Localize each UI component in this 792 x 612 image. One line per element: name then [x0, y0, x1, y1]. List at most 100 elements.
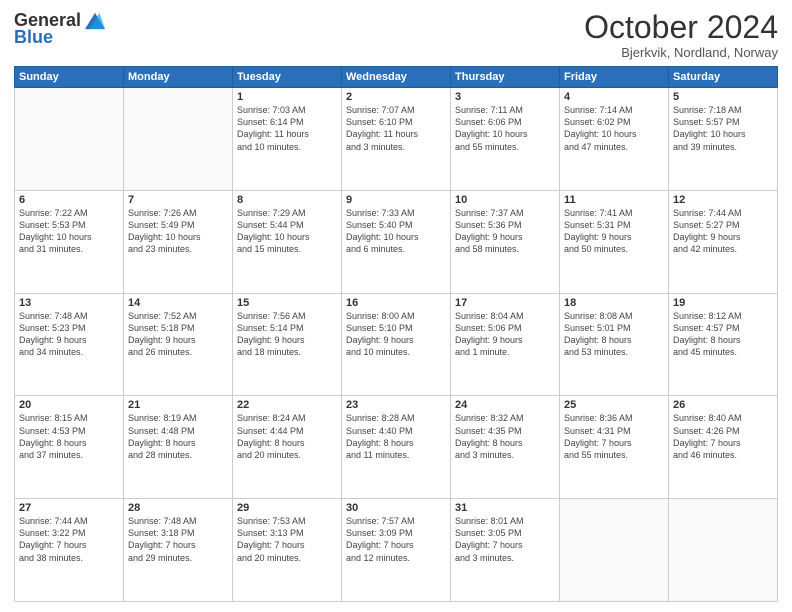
day-detail: Sunrise: 7:18 AM Sunset: 5:57 PM Dayligh…: [673, 104, 773, 153]
table-row: 1Sunrise: 7:03 AM Sunset: 6:14 PM Daylig…: [233, 88, 342, 191]
table-row: 30Sunrise: 7:57 AM Sunset: 3:09 PM Dayli…: [342, 499, 451, 602]
day-detail: Sunrise: 8:28 AM Sunset: 4:40 PM Dayligh…: [346, 412, 446, 461]
table-row: 22Sunrise: 8:24 AM Sunset: 4:44 PM Dayli…: [233, 396, 342, 499]
day-detail: Sunrise: 7:22 AM Sunset: 5:53 PM Dayligh…: [19, 207, 119, 256]
day-detail: Sunrise: 7:07 AM Sunset: 6:10 PM Dayligh…: [346, 104, 446, 153]
day-number: 12: [673, 194, 773, 206]
day-number: 2: [346, 91, 446, 103]
day-number: 9: [346, 194, 446, 206]
table-row: 15Sunrise: 7:56 AM Sunset: 5:14 PM Dayli…: [233, 293, 342, 396]
day-detail: Sunrise: 7:52 AM Sunset: 5:18 PM Dayligh…: [128, 310, 228, 359]
day-detail: Sunrise: 8:12 AM Sunset: 4:57 PM Dayligh…: [673, 310, 773, 359]
day-detail: Sunrise: 7:44 AM Sunset: 3:22 PM Dayligh…: [19, 515, 119, 564]
day-number: 15: [237, 297, 337, 309]
table-row: [124, 88, 233, 191]
logo: General Blue: [14, 10, 105, 48]
day-number: 25: [564, 399, 664, 411]
day-number: 13: [19, 297, 119, 309]
day-number: 20: [19, 399, 119, 411]
table-row: [669, 499, 778, 602]
day-detail: Sunrise: 7:29 AM Sunset: 5:44 PM Dayligh…: [237, 207, 337, 256]
calendar-week-row: 27Sunrise: 7:44 AM Sunset: 3:22 PM Dayli…: [15, 499, 778, 602]
day-detail: Sunrise: 7:14 AM Sunset: 6:02 PM Dayligh…: [564, 104, 664, 153]
day-detail: Sunrise: 7:53 AM Sunset: 3:13 PM Dayligh…: [237, 515, 337, 564]
col-sunday: Sunday: [15, 67, 124, 88]
day-detail: Sunrise: 8:01 AM Sunset: 3:05 PM Dayligh…: [455, 515, 555, 564]
table-row: 6Sunrise: 7:22 AM Sunset: 5:53 PM Daylig…: [15, 190, 124, 293]
table-row: 17Sunrise: 8:04 AM Sunset: 5:06 PM Dayli…: [451, 293, 560, 396]
table-row: 13Sunrise: 7:48 AM Sunset: 5:23 PM Dayli…: [15, 293, 124, 396]
day-detail: Sunrise: 7:48 AM Sunset: 3:18 PM Dayligh…: [128, 515, 228, 564]
day-number: 24: [455, 399, 555, 411]
table-row: 16Sunrise: 8:00 AM Sunset: 5:10 PM Dayli…: [342, 293, 451, 396]
day-detail: Sunrise: 8:36 AM Sunset: 4:31 PM Dayligh…: [564, 412, 664, 461]
calendar-week-row: 13Sunrise: 7:48 AM Sunset: 5:23 PM Dayli…: [15, 293, 778, 396]
day-number: 7: [128, 194, 228, 206]
calendar-week-row: 20Sunrise: 8:15 AM Sunset: 4:53 PM Dayli…: [15, 396, 778, 499]
table-row: 3Sunrise: 7:11 AM Sunset: 6:06 PM Daylig…: [451, 88, 560, 191]
day-detail: Sunrise: 7:37 AM Sunset: 5:36 PM Dayligh…: [455, 207, 555, 256]
col-thursday: Thursday: [451, 67, 560, 88]
day-detail: Sunrise: 7:41 AM Sunset: 5:31 PM Dayligh…: [564, 207, 664, 256]
day-detail: Sunrise: 7:11 AM Sunset: 6:06 PM Dayligh…: [455, 104, 555, 153]
location-subtitle: Bjerkvik, Nordland, Norway: [584, 45, 778, 60]
col-monday: Monday: [124, 67, 233, 88]
day-number: 28: [128, 502, 228, 514]
logo-icon: [85, 11, 105, 31]
day-detail: Sunrise: 7:57 AM Sunset: 3:09 PM Dayligh…: [346, 515, 446, 564]
day-number: 19: [673, 297, 773, 309]
page: General Blue October 2024 Bjerkvik, Nord…: [0, 0, 792, 612]
day-number: 8: [237, 194, 337, 206]
day-detail: Sunrise: 8:08 AM Sunset: 5:01 PM Dayligh…: [564, 310, 664, 359]
table-row: 25Sunrise: 8:36 AM Sunset: 4:31 PM Dayli…: [560, 396, 669, 499]
day-detail: Sunrise: 8:00 AM Sunset: 5:10 PM Dayligh…: [346, 310, 446, 359]
table-row: 4Sunrise: 7:14 AM Sunset: 6:02 PM Daylig…: [560, 88, 669, 191]
day-detail: Sunrise: 7:44 AM Sunset: 5:27 PM Dayligh…: [673, 207, 773, 256]
col-tuesday: Tuesday: [233, 67, 342, 88]
day-number: 11: [564, 194, 664, 206]
table-row: 12Sunrise: 7:44 AM Sunset: 5:27 PM Dayli…: [669, 190, 778, 293]
day-number: 14: [128, 297, 228, 309]
table-row: 26Sunrise: 8:40 AM Sunset: 4:26 PM Dayli…: [669, 396, 778, 499]
table-row: 29Sunrise: 7:53 AM Sunset: 3:13 PM Dayli…: [233, 499, 342, 602]
day-number: 17: [455, 297, 555, 309]
day-number: 16: [346, 297, 446, 309]
table-row: 9Sunrise: 7:33 AM Sunset: 5:40 PM Daylig…: [342, 190, 451, 293]
table-row: 18Sunrise: 8:08 AM Sunset: 5:01 PM Dayli…: [560, 293, 669, 396]
calendar-header-row: Sunday Monday Tuesday Wednesday Thursday…: [15, 67, 778, 88]
day-detail: Sunrise: 8:15 AM Sunset: 4:53 PM Dayligh…: [19, 412, 119, 461]
day-detail: Sunrise: 7:33 AM Sunset: 5:40 PM Dayligh…: [346, 207, 446, 256]
day-number: 27: [19, 502, 119, 514]
day-detail: Sunrise: 8:19 AM Sunset: 4:48 PM Dayligh…: [128, 412, 228, 461]
day-number: 29: [237, 502, 337, 514]
day-number: 18: [564, 297, 664, 309]
day-number: 31: [455, 502, 555, 514]
table-row: 5Sunrise: 7:18 AM Sunset: 5:57 PM Daylig…: [669, 88, 778, 191]
day-detail: Sunrise: 7:48 AM Sunset: 5:23 PM Dayligh…: [19, 310, 119, 359]
logo-blue: Blue: [14, 27, 53, 48]
day-detail: Sunrise: 7:56 AM Sunset: 5:14 PM Dayligh…: [237, 310, 337, 359]
table-row: 24Sunrise: 8:32 AM Sunset: 4:35 PM Dayli…: [451, 396, 560, 499]
table-row: 28Sunrise: 7:48 AM Sunset: 3:18 PM Dayli…: [124, 499, 233, 602]
col-saturday: Saturday: [669, 67, 778, 88]
day-number: 3: [455, 91, 555, 103]
day-number: 22: [237, 399, 337, 411]
table-row: 27Sunrise: 7:44 AM Sunset: 3:22 PM Dayli…: [15, 499, 124, 602]
col-friday: Friday: [560, 67, 669, 88]
day-detail: Sunrise: 8:40 AM Sunset: 4:26 PM Dayligh…: [673, 412, 773, 461]
table-row: 7Sunrise: 7:26 AM Sunset: 5:49 PM Daylig…: [124, 190, 233, 293]
header: General Blue October 2024 Bjerkvik, Nord…: [14, 10, 778, 60]
table-row: 20Sunrise: 8:15 AM Sunset: 4:53 PM Dayli…: [15, 396, 124, 499]
table-row: 14Sunrise: 7:52 AM Sunset: 5:18 PM Dayli…: [124, 293, 233, 396]
day-detail: Sunrise: 7:03 AM Sunset: 6:14 PM Dayligh…: [237, 104, 337, 153]
month-title: October 2024: [584, 10, 778, 45]
day-number: 10: [455, 194, 555, 206]
calendar-table: Sunday Monday Tuesday Wednesday Thursday…: [14, 66, 778, 602]
day-detail: Sunrise: 8:04 AM Sunset: 5:06 PM Dayligh…: [455, 310, 555, 359]
day-number: 5: [673, 91, 773, 103]
day-number: 30: [346, 502, 446, 514]
calendar-week-row: 6Sunrise: 7:22 AM Sunset: 5:53 PM Daylig…: [15, 190, 778, 293]
table-row: 21Sunrise: 8:19 AM Sunset: 4:48 PM Dayli…: [124, 396, 233, 499]
table-row: 8Sunrise: 7:29 AM Sunset: 5:44 PM Daylig…: [233, 190, 342, 293]
table-row: 31Sunrise: 8:01 AM Sunset: 3:05 PM Dayli…: [451, 499, 560, 602]
